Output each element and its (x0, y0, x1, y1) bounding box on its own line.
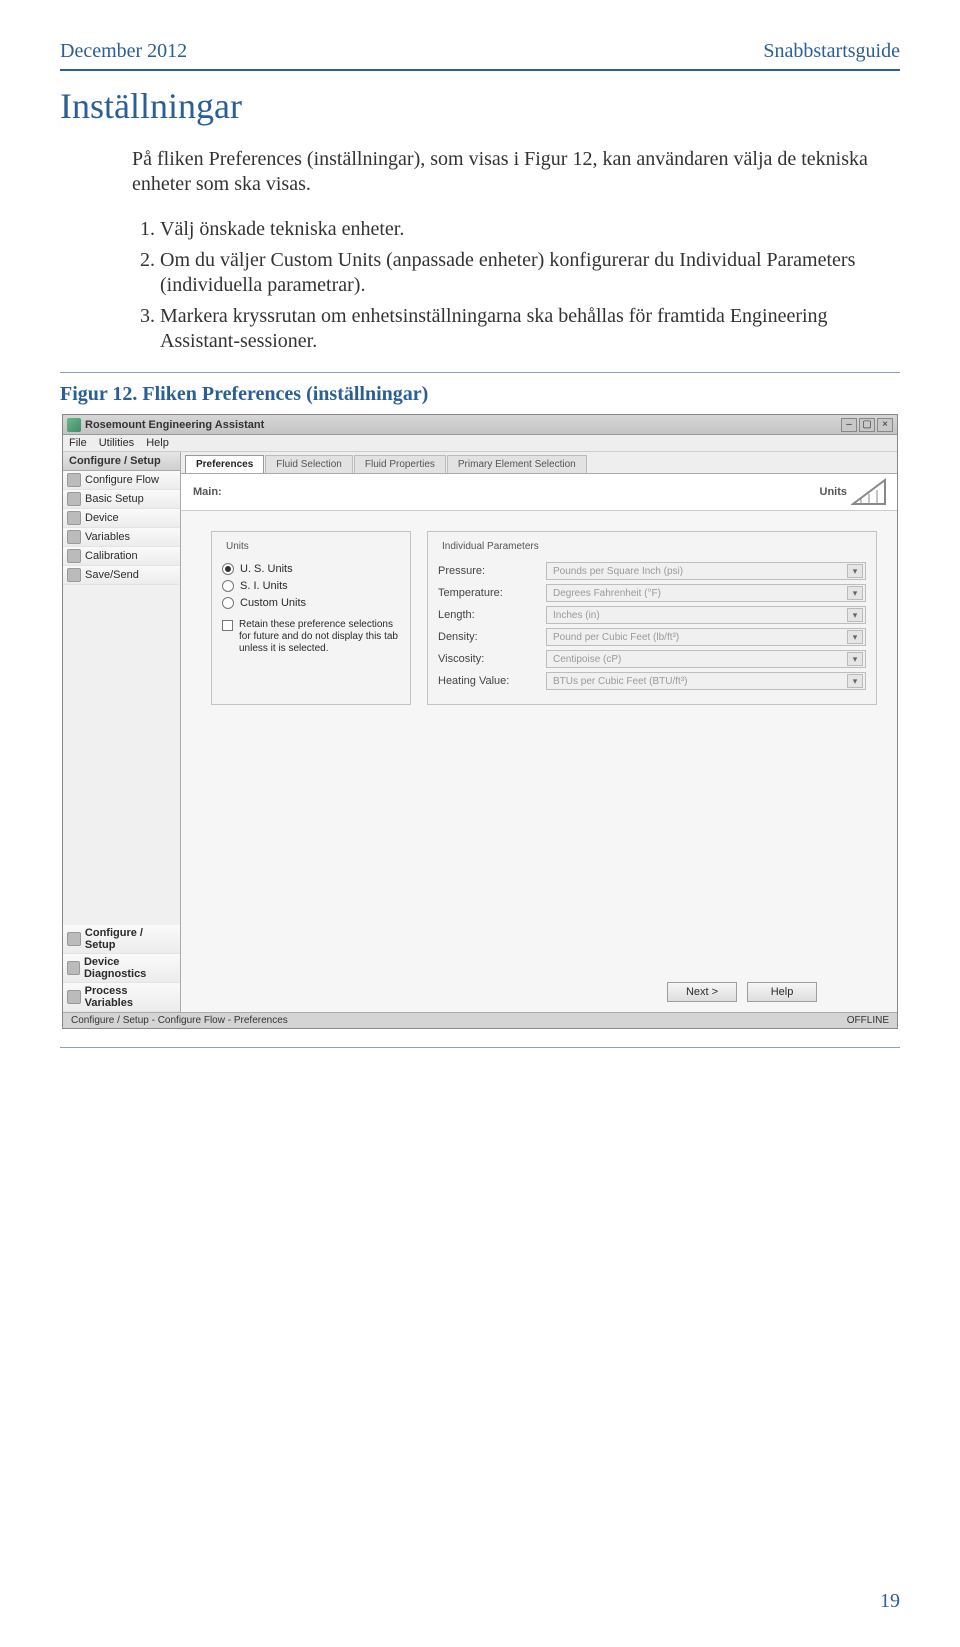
process-icon (67, 990, 81, 1004)
chevron-down-icon: ▾ (847, 586, 863, 600)
device-icon (67, 511, 81, 525)
dropdown-temperature[interactable]: Degrees Fahrenheit (°F)▾ (546, 584, 866, 602)
dropdown-viscosity[interactable]: Centipoise (cP)▾ (546, 650, 866, 668)
page-header: December 2012 Snabbstartsguide (60, 40, 900, 71)
param-label-density: Density: (438, 631, 538, 643)
navgroup-device-diagnostics[interactable]: Device Diagnostics (63, 954, 180, 983)
sidebar: Configure / Setup Configure Flow Basic S… (63, 452, 181, 1012)
navgroup-configure-setup[interactable]: Configure / Setup (63, 925, 180, 954)
status-mode: OFFLINE (847, 1015, 889, 1026)
calibration-icon (67, 549, 81, 563)
step-item: Markera kryssrutan om enhetsinställninga… (160, 304, 900, 354)
subheader: Main: Units (181, 474, 897, 511)
tab-fluid-properties[interactable]: Fluid Properties (354, 455, 446, 473)
status-bar: Configure / Setup - Configure Flow - Pre… (63, 1012, 897, 1028)
maximize-button[interactable]: ▢ (859, 418, 875, 432)
units-legend: Units (222, 541, 253, 552)
dropdown-length[interactable]: Inches (in)▾ (546, 606, 866, 624)
save-icon (67, 568, 81, 582)
window-title: Rosemount Engineering Assistant (85, 419, 264, 431)
dropdown-pressure[interactable]: Pounds per Square Inch (psi)▾ (546, 562, 866, 580)
minimize-button[interactable]: – (841, 418, 857, 432)
radio-us-units[interactable]: U. S. Units (222, 563, 400, 575)
flow-icon (67, 473, 81, 487)
param-label-pressure: Pressure: (438, 565, 538, 577)
params-legend: Individual Parameters (438, 541, 543, 552)
param-label-length: Length: (438, 609, 538, 621)
app-window: Rosemount Engineering Assistant – ▢ × Fi… (62, 414, 898, 1029)
setup-icon (67, 492, 81, 506)
sidebar-item-device[interactable]: Device (63, 509, 180, 528)
gear-icon (67, 932, 81, 946)
guide-label: Snabbstartsguide (763, 40, 900, 63)
chevron-down-icon: ▾ (847, 652, 863, 666)
dropdown-heating-value[interactable]: BTUs per Cubic Feet (BTU/ft³)▾ (546, 672, 866, 690)
subheader-left: Main: (193, 486, 222, 498)
radio-icon (222, 597, 234, 609)
ruler-icon (851, 478, 887, 506)
step-item: Om du väljer Custom Units (anpassade enh… (160, 248, 900, 298)
step-list: Välj önskade tekniska enheter. Om du väl… (132, 217, 900, 354)
radio-custom-units[interactable]: Custom Units (222, 597, 400, 609)
sidebar-header: Configure / Setup (63, 452, 180, 471)
section-title: Inställningar (60, 85, 900, 127)
content-pane: Preferences Fluid Selection Fluid Proper… (181, 452, 897, 1012)
param-label-heating-value: Heating Value: (438, 675, 538, 687)
checkbox-icon (222, 620, 233, 631)
sidebar-item-save-send[interactable]: Save/Send (63, 566, 180, 585)
sidebar-item-basic-setup[interactable]: Basic Setup (63, 490, 180, 509)
units-fieldset: Units U. S. Units S. I. Units Custom Uni… (211, 531, 411, 705)
diagnostics-icon (67, 961, 80, 975)
retain-label: Retain these preference selections for f… (239, 619, 400, 655)
param-label-temperature: Temperature: (438, 587, 538, 599)
tab-primary-element[interactable]: Primary Element Selection (447, 455, 587, 473)
param-label-viscosity: Viscosity: (438, 653, 538, 665)
sidebar-item-calibration[interactable]: Calibration (63, 547, 180, 566)
next-button[interactable]: Next > (667, 982, 737, 1002)
navgroup-process-variables[interactable]: Process Variables (63, 983, 180, 1012)
tab-preferences[interactable]: Preferences (185, 455, 264, 473)
window-titlebar: Rosemount Engineering Assistant – ▢ × (63, 415, 897, 435)
subheader-right: Units (820, 486, 848, 498)
radio-si-units[interactable]: S. I. Units (222, 580, 400, 592)
wizard-buttons: Next > Help (181, 976, 897, 1012)
page-number: 19 (880, 1590, 900, 1613)
intro-text: På fliken Preferences (inställningar), s… (132, 147, 900, 197)
menu-help[interactable]: Help (146, 437, 169, 449)
chevron-down-icon: ▾ (847, 608, 863, 622)
tab-fluid-selection[interactable]: Fluid Selection (265, 455, 353, 473)
variables-icon (67, 530, 81, 544)
chevron-down-icon: ▾ (847, 630, 863, 644)
status-path: Configure / Setup - Configure Flow - Pre… (71, 1015, 288, 1026)
help-button[interactable]: Help (747, 982, 817, 1002)
tab-bar: Preferences Fluid Selection Fluid Proper… (181, 452, 897, 474)
step-item: Välj önskade tekniska enheter. (160, 217, 900, 242)
chevron-down-icon: ▾ (847, 674, 863, 688)
menu-utilities[interactable]: Utilities (99, 437, 134, 449)
doc-date: December 2012 (60, 40, 187, 63)
dropdown-density[interactable]: Pound per Cubic Feet (lb/ft³)▾ (546, 628, 866, 646)
radio-icon (222, 563, 234, 575)
sidebar-item-variables[interactable]: Variables (63, 528, 180, 547)
figure-caption: Figur 12. Fliken Preferences (inställnin… (60, 372, 900, 406)
app-icon (67, 418, 81, 432)
sidebar-item-configure-flow[interactable]: Configure Flow (63, 471, 180, 490)
chevron-down-icon: ▾ (847, 564, 863, 578)
menu-file[interactable]: File (69, 437, 87, 449)
params-fieldset: Individual Parameters Pressure: Pounds pe… (427, 531, 877, 705)
radio-icon (222, 580, 234, 592)
menu-bar: File Utilities Help (63, 435, 897, 452)
close-button[interactable]: × (877, 418, 893, 432)
retain-checkbox-row[interactable]: Retain these preference selections for f… (222, 619, 400, 655)
